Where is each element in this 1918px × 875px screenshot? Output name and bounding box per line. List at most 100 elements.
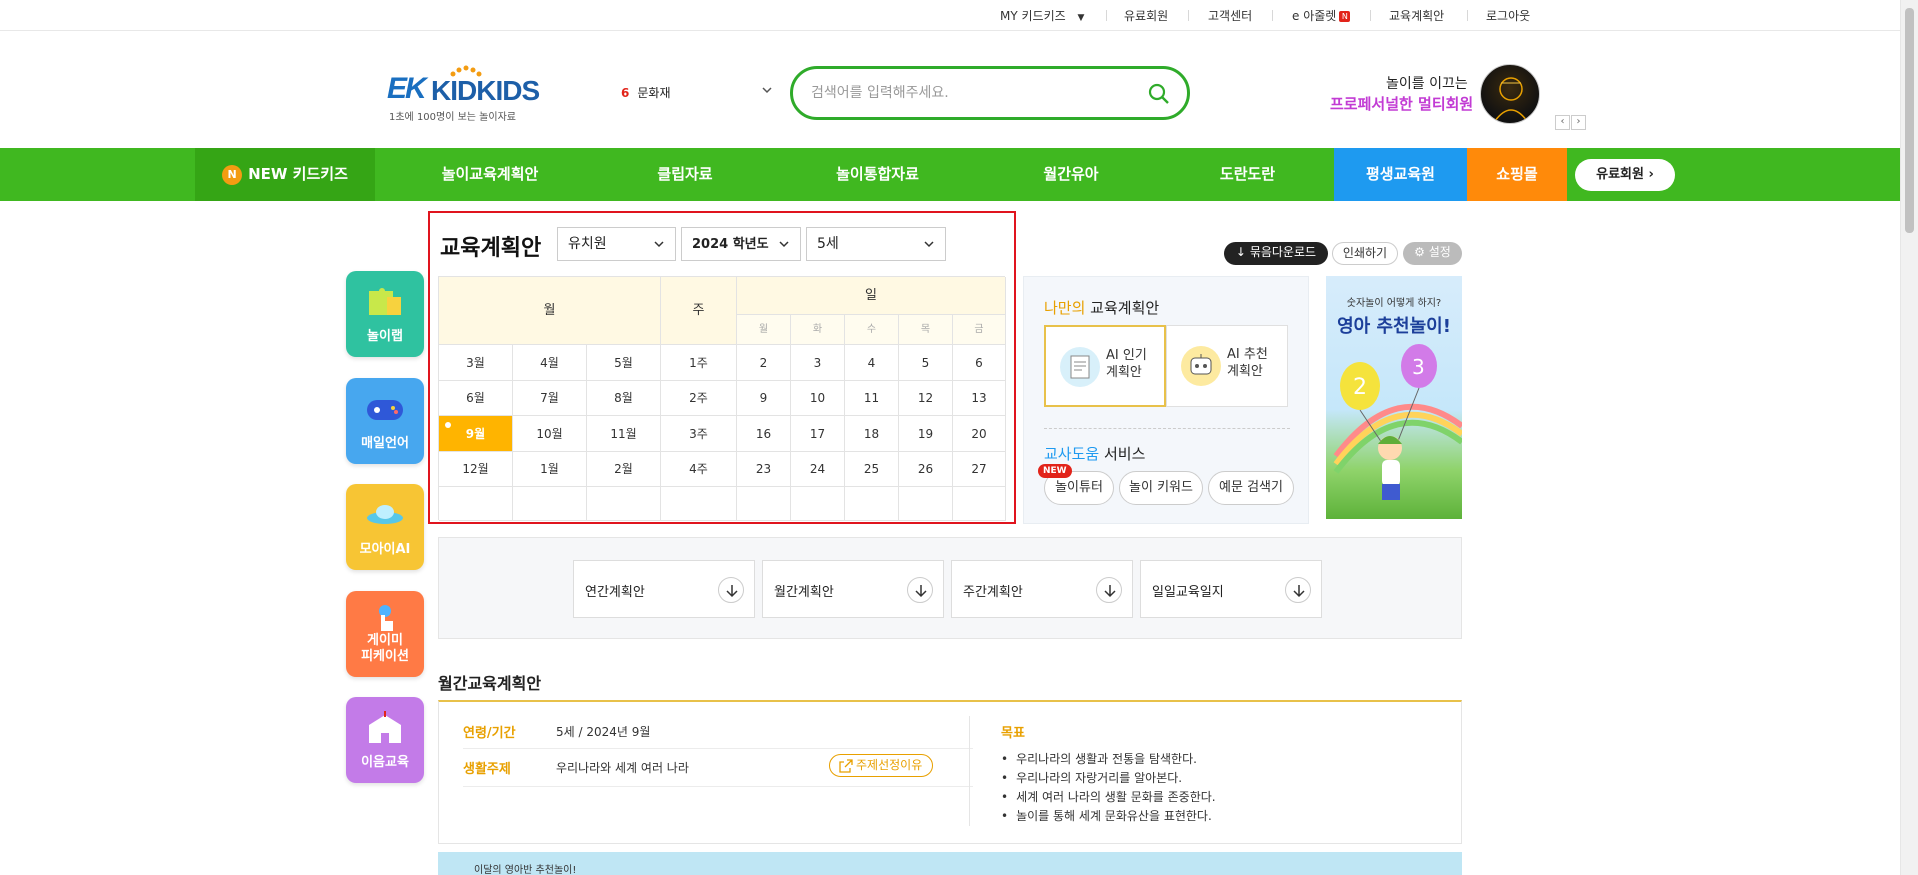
- day-cell[interactable]: 19: [899, 416, 953, 452]
- scrollbar[interactable]: [1900, 0, 1918, 875]
- bottom-banner[interactable]: 이달의 영아반 추천놀이!: [438, 852, 1462, 875]
- month-cell[interactable]: 7월: [513, 381, 587, 416]
- day-cell[interactable]: 3: [791, 345, 845, 381]
- site-logo[interactable]: EK KIDKIDS 1초에 100명이 보는 놀이자료: [387, 64, 547, 124]
- download-circle-icon: [907, 577, 933, 603]
- school-icon: [369, 711, 401, 743]
- promo-next-button[interactable]: ›: [1571, 115, 1586, 130]
- day-cell[interactable]: 26: [899, 452, 953, 487]
- side-moai-ai[interactable]: 모아이AI: [346, 484, 424, 570]
- chevron-down-icon: [924, 241, 934, 248]
- nav-new-kidkids[interactable]: N NEW 키드키즈: [195, 148, 375, 201]
- promo-prev-button[interactable]: ‹: [1555, 115, 1570, 130]
- title-highlight: 교사도움: [1044, 445, 1100, 463]
- promo-highlight[interactable]: 프로페서널한 멀티회원: [1330, 93, 1473, 114]
- day-cell[interactable]: 11: [845, 381, 899, 416]
- banner-text: 이달의 영아반 추천놀이!: [474, 865, 577, 875]
- side-eum-education[interactable]: 이음교육: [346, 697, 424, 783]
- edu-plan-link[interactable]: 교육계획안: [1389, 7, 1444, 24]
- day-cell[interactable]: 24: [791, 452, 845, 487]
- gear-icon: ⚙: [1414, 245, 1425, 259]
- day-cell[interactable]: 9: [737, 381, 791, 416]
- month-cell[interactable]: 1월: [513, 452, 587, 487]
- month-cell-selected[interactable]: 9월: [439, 416, 513, 452]
- month-cell[interactable]: 5월: [587, 345, 661, 381]
- institution-select[interactable]: 유치원: [557, 227, 676, 261]
- nav-lifelong-edu[interactable]: 평생교육원: [1334, 148, 1467, 201]
- day-cell[interactable]: 6: [953, 345, 1006, 381]
- empty-cell: [953, 487, 1006, 521]
- year-select[interactable]: 2024 학년도: [681, 227, 801, 261]
- month-cell[interactable]: 12월: [439, 452, 513, 487]
- day-cell[interactable]: 23: [737, 452, 791, 487]
- settings-button[interactable]: ⚙ 설정: [1403, 242, 1462, 265]
- day-cell[interactable]: 2: [737, 345, 791, 381]
- month-cell[interactable]: 3월: [439, 345, 513, 381]
- day-cell[interactable]: 4: [845, 345, 899, 381]
- week-cell[interactable]: 3주: [661, 416, 737, 452]
- week-cell[interactable]: 1주: [661, 345, 737, 381]
- weekly-plan-download[interactable]: 주간계획안: [951, 560, 1133, 618]
- empty-cell: [513, 487, 587, 521]
- search-icon[interactable]: [1147, 82, 1171, 106]
- print-button[interactable]: 인쇄하기: [1332, 242, 1398, 265]
- play-keyword-button[interactable]: 놀이 키워드: [1119, 471, 1203, 505]
- nav-doran-doran[interactable]: 도란도란: [1190, 148, 1305, 201]
- my-kidkids-menu[interactable]: MY 키드키즈 ▼: [1000, 7, 1084, 24]
- chevron-down-icon[interactable]: [761, 84, 773, 96]
- day-cell[interactable]: 20: [953, 416, 1006, 452]
- download-circle-icon: [1096, 577, 1122, 603]
- ai-popular-plan-card[interactable]: AI 인기 계획안: [1044, 325, 1166, 407]
- side-label: 모아이AI: [359, 542, 411, 557]
- empty-cell: [587, 487, 661, 521]
- nav-clip-material[interactable]: 클립자료: [625, 148, 745, 201]
- week-cell[interactable]: 4주: [661, 452, 737, 487]
- realtime-rank[interactable]: 6 문화재: [621, 84, 670, 101]
- divider: [1188, 10, 1189, 21]
- logout-link[interactable]: 로그아웃: [1486, 7, 1530, 24]
- bundle-download-button[interactable]: ↓ 묶음다운로드: [1224, 242, 1328, 265]
- e-album-link[interactable]: e 아줄렛 N: [1292, 7, 1351, 24]
- divider: [1370, 10, 1371, 21]
- search-input[interactable]: [811, 82, 1131, 104]
- side-play-lab[interactable]: 놀이랩: [346, 271, 424, 357]
- recommend-play-banner[interactable]: 숫자놀이 어떻게 하지? 영아 추천놀이! 2 3: [1326, 276, 1462, 519]
- nav-shop[interactable]: 쇼핑몰: [1467, 148, 1567, 201]
- month-cell[interactable]: 6월: [439, 381, 513, 416]
- daily-journal-download[interactable]: 일일교육일지: [1140, 560, 1322, 618]
- ai-recommend-plan-card[interactable]: AI 추천 계획안: [1166, 325, 1288, 407]
- day-cell[interactable]: 12: [899, 381, 953, 416]
- paid-member-link[interactable]: 유료회원: [1124, 7, 1168, 24]
- side-daily-language[interactable]: 매일언어: [346, 378, 424, 464]
- annual-plan-download[interactable]: 연간계획안: [573, 560, 755, 618]
- month-cell[interactable]: 8월: [587, 381, 661, 416]
- day-cell[interactable]: 10: [791, 381, 845, 416]
- nav-play-integrated[interactable]: 놀이통합자료: [815, 148, 940, 201]
- age-select[interactable]: 5세: [806, 227, 946, 261]
- month-cell[interactable]: 10월: [513, 416, 587, 452]
- day-cell[interactable]: 17: [791, 416, 845, 452]
- goal-item: 놀이를 통해 세계 문화유산을 표현한다.: [1001, 807, 1212, 824]
- promo-avatar[interactable]: [1480, 64, 1540, 124]
- card-label: 월간계획안: [774, 585, 834, 600]
- month-cell[interactable]: 4월: [513, 345, 587, 381]
- month-cell[interactable]: 2월: [587, 452, 661, 487]
- day-cell[interactable]: 25: [845, 452, 899, 487]
- day-cell[interactable]: 18: [845, 416, 899, 452]
- day-cell[interactable]: 16: [737, 416, 791, 452]
- paid-member-button[interactable]: 유료회원 ›: [1575, 159, 1675, 191]
- select-value: 5세: [817, 236, 839, 252]
- day-cell[interactable]: 5: [899, 345, 953, 381]
- example-search-button[interactable]: 예문 검색기: [1208, 471, 1294, 505]
- week-cell[interactable]: 2주: [661, 381, 737, 416]
- month-cell[interactable]: 11월: [587, 416, 661, 452]
- side-gamification[interactable]: 게이미 피케이션: [346, 591, 424, 677]
- scrollbar-thumb[interactable]: [1905, 8, 1914, 233]
- nav-play-edu-plan[interactable]: 놀이교육계획안: [420, 148, 560, 201]
- monthly-plan-download[interactable]: 월간계획안: [762, 560, 944, 618]
- customer-center-link[interactable]: 고객센터: [1208, 7, 1252, 24]
- day-cell[interactable]: 13: [953, 381, 1006, 416]
- day-cell[interactable]: 27: [953, 452, 1006, 487]
- theme-reason-button[interactable]: 주제선정이유: [829, 754, 934, 777]
- nav-monthly-kids[interactable]: 월간유아: [1012, 148, 1130, 201]
